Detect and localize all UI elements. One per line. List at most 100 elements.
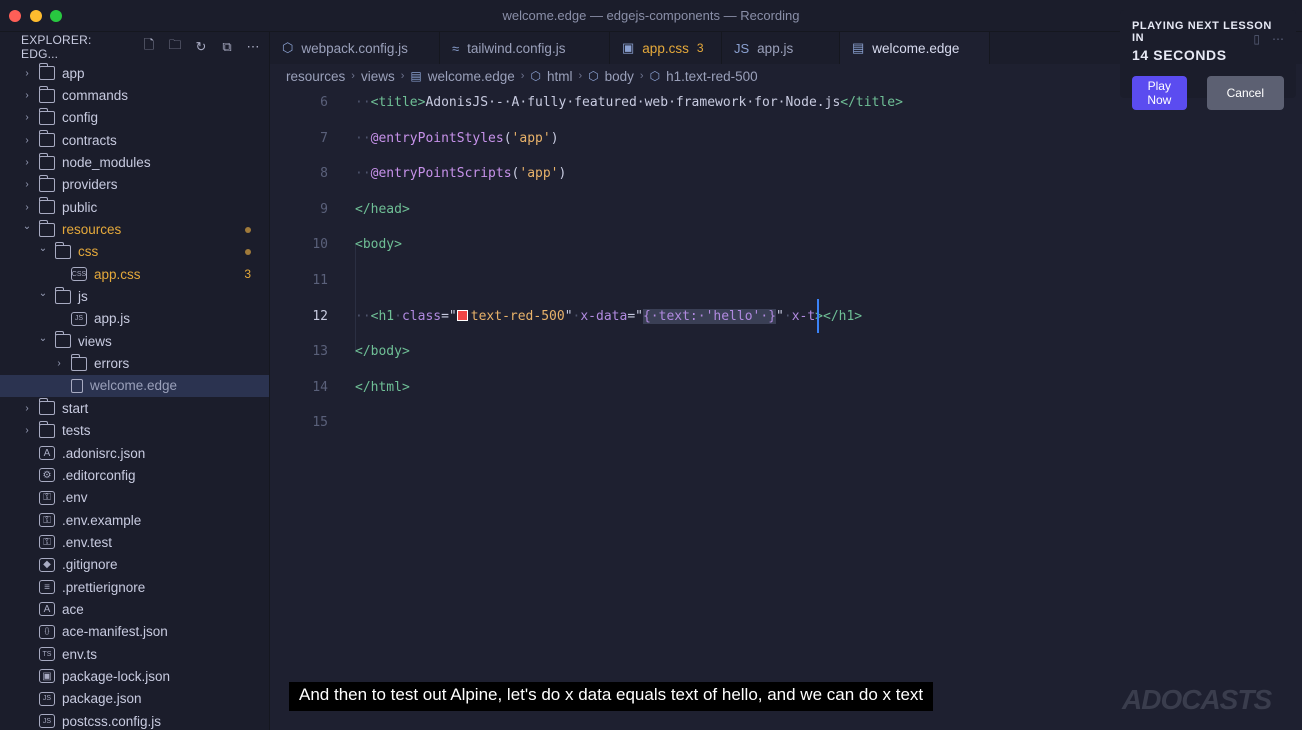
- new-file-icon[interactable]: 🗋: [141, 37, 157, 55]
- tree-file[interactable]: welcome.edge: [0, 374, 269, 398]
- breadcrumb-separator-icon: ›: [520, 70, 525, 82]
- code-token: ): [550, 130, 559, 146]
- tree-folder[interactable]: › commands: [0, 84, 269, 106]
- file-type-icon: ▤: [852, 40, 865, 55]
- tree-file[interactable]: JS app.js: [0, 308, 269, 330]
- tree-folder[interactable]: ⌄ resources: [0, 218, 269, 240]
- code-token: x-data: [580, 308, 628, 324]
- code-line: <body>: [355, 237, 402, 252]
- code-token: =": [627, 308, 643, 324]
- tree-file[interactable]: CSS app.css 3: [0, 263, 269, 285]
- file-icon: [71, 378, 83, 393]
- tree-file[interactable]: JS package.json: [0, 688, 269, 710]
- code-token: x-t: [791, 308, 816, 324]
- tree-file[interactable]: TS env.ts: [0, 643, 269, 665]
- tree-folder[interactable]: › errors: [0, 352, 269, 374]
- tree-file[interactable]: {} ace-manifest.json: [0, 621, 269, 643]
- chevron-down-icon: ⌄: [38, 288, 48, 300]
- file-tree: › app › commands › config › contracts › node_modu…: [0, 62, 269, 730]
- breadcrumb-item[interactable]: views: [361, 69, 395, 84]
- color-swatch[interactable]: [456, 309, 468, 321]
- play-now-button[interactable]: Play Now: [1132, 76, 1187, 110]
- tree-item-label: app.js: [94, 311, 131, 327]
- collapse-all-icon[interactable]: ⧉: [219, 39, 235, 55]
- tab-label: welcome.edge: [872, 40, 960, 56]
- tree-item-label: .env.test: [62, 534, 113, 550]
- breadcrumb-item[interactable]: welcome.edge: [428, 69, 515, 84]
- chevron-right-icon: ›: [25, 179, 29, 191]
- tree-file[interactable]: JS postcss.config.js: [0, 710, 269, 730]
- file-type-icon: A: [39, 602, 55, 617]
- tree-folder[interactable]: › start: [0, 397, 269, 419]
- tree-folder[interactable]: › node_modules: [0, 151, 269, 173]
- code-editor[interactable]: 6 ··<title>AdonisJS·-·A·fully·featured·we…: [270, 88, 1302, 730]
- file-type-icon: JS: [39, 691, 55, 706]
- breadcrumb-item[interactable]: resources: [286, 69, 345, 84]
- breadcrumb-separator-icon: ›: [578, 70, 583, 82]
- more-icon[interactable]: ⋯: [1272, 32, 1284, 46]
- code-token: 'app': [519, 166, 559, 182]
- editor-tab[interactable]: ⬡ webpack.config.js: [270, 32, 440, 64]
- editor-tab[interactable]: ▤ welcome.edge: [840, 32, 990, 64]
- tree-file[interactable]: ≡ .prettierignore: [0, 576, 269, 598]
- tree-item-label: contracts: [62, 132, 117, 148]
- tree-file[interactable]: ◆ .gitignore: [0, 554, 269, 576]
- breadcrumb-item[interactable]: html: [547, 69, 573, 84]
- tree-item-label: .env.example: [62, 512, 142, 528]
- tree-folder[interactable]: › tests: [0, 420, 269, 442]
- split-editor-icon[interactable]: ▯: [1253, 32, 1260, 46]
- chevron-down-icon: ⌄: [22, 221, 32, 233]
- breadcrumb-item[interactable]: body: [605, 69, 634, 84]
- tree-item-label: errors: [94, 356, 130, 372]
- chevron-right-icon: ›: [25, 90, 29, 102]
- code-token: ": [776, 308, 784, 324]
- tree-folder[interactable]: › providers: [0, 174, 269, 196]
- tree-folder[interactable]: › config: [0, 107, 269, 129]
- file-type-icon: ⚿: [39, 535, 55, 550]
- tree-folder[interactable]: ⌄ css: [0, 241, 269, 263]
- code-line: ··<h1·class=" text-red-500"·x-data="{·tex…: [355, 308, 862, 324]
- code-token: @entryPointStyles: [370, 130, 504, 146]
- explorer-sidebar: EXPLORER: EDG... 🗋 🗀 ↻ ⧉ ⋯ › app › commands…: [0, 32, 270, 730]
- code-token: </head>: [355, 201, 410, 217]
- chevron-right-icon: ›: [57, 358, 61, 370]
- editor-tab[interactable]: ≈ tailwind.config.js: [440, 32, 610, 64]
- explorer-title: EXPLORER: EDG...: [21, 33, 92, 61]
- cancel-button[interactable]: Cancel: [1206, 76, 1284, 110]
- folder-icon: [54, 241, 71, 259]
- tree-file[interactable]: A .adonisrc.json: [0, 442, 269, 464]
- tree-folder[interactable]: › contracts: [0, 129, 269, 151]
- code-token: <title>: [370, 95, 426, 110]
- tree-folder[interactable]: ⌄ views: [0, 330, 269, 352]
- editor-tab[interactable]: JS app.js: [722, 32, 840, 64]
- tree-file[interactable]: ⚿ .env: [0, 487, 269, 509]
- code-line: </head>: [355, 202, 410, 217]
- title-bar: welcome.edge — edgejs-components — Recor…: [0, 0, 1302, 32]
- code-token: ·: [783, 308, 792, 324]
- code-token: ··: [355, 130, 371, 146]
- code-token: </title>: [840, 95, 903, 110]
- tab-label: app.css: [642, 40, 689, 56]
- tree-folder[interactable]: ⌄ js: [0, 285, 269, 307]
- tree-folder[interactable]: › app: [0, 62, 269, 84]
- tree-item-label: package.json: [62, 691, 142, 707]
- code-token: ·: [394, 308, 402, 324]
- tree-file[interactable]: ⚙ .editorconfig: [0, 464, 269, 486]
- chevron-right-icon: ›: [25, 201, 29, 213]
- tree-folder[interactable]: › public: [0, 196, 269, 218]
- code-token: ··: [355, 95, 371, 110]
- new-folder-icon[interactable]: 🗀: [167, 37, 183, 55]
- more-actions-icon[interactable]: ⋯: [245, 39, 261, 55]
- text-cursor: [817, 298, 819, 333]
- editor-tab[interactable]: ▣ app.css 3: [610, 32, 722, 64]
- refresh-icon[interactable]: ↻: [193, 39, 209, 55]
- tree-file[interactable]: ⚿ .env.test: [0, 531, 269, 553]
- code-token: =": [441, 308, 457, 324]
- tree-file[interactable]: Aace: [0, 598, 269, 620]
- tab-label: webpack.config.js: [301, 40, 408, 56]
- code-token: ): [558, 166, 567, 182]
- breadcrumb-item[interactable]: h1.text-red-500: [666, 69, 758, 84]
- tree-file[interactable]: ⚿ .env.example: [0, 509, 269, 531]
- code-token: (: [503, 130, 512, 146]
- tree-file[interactable]: ▣ package-lock.json: [0, 665, 269, 687]
